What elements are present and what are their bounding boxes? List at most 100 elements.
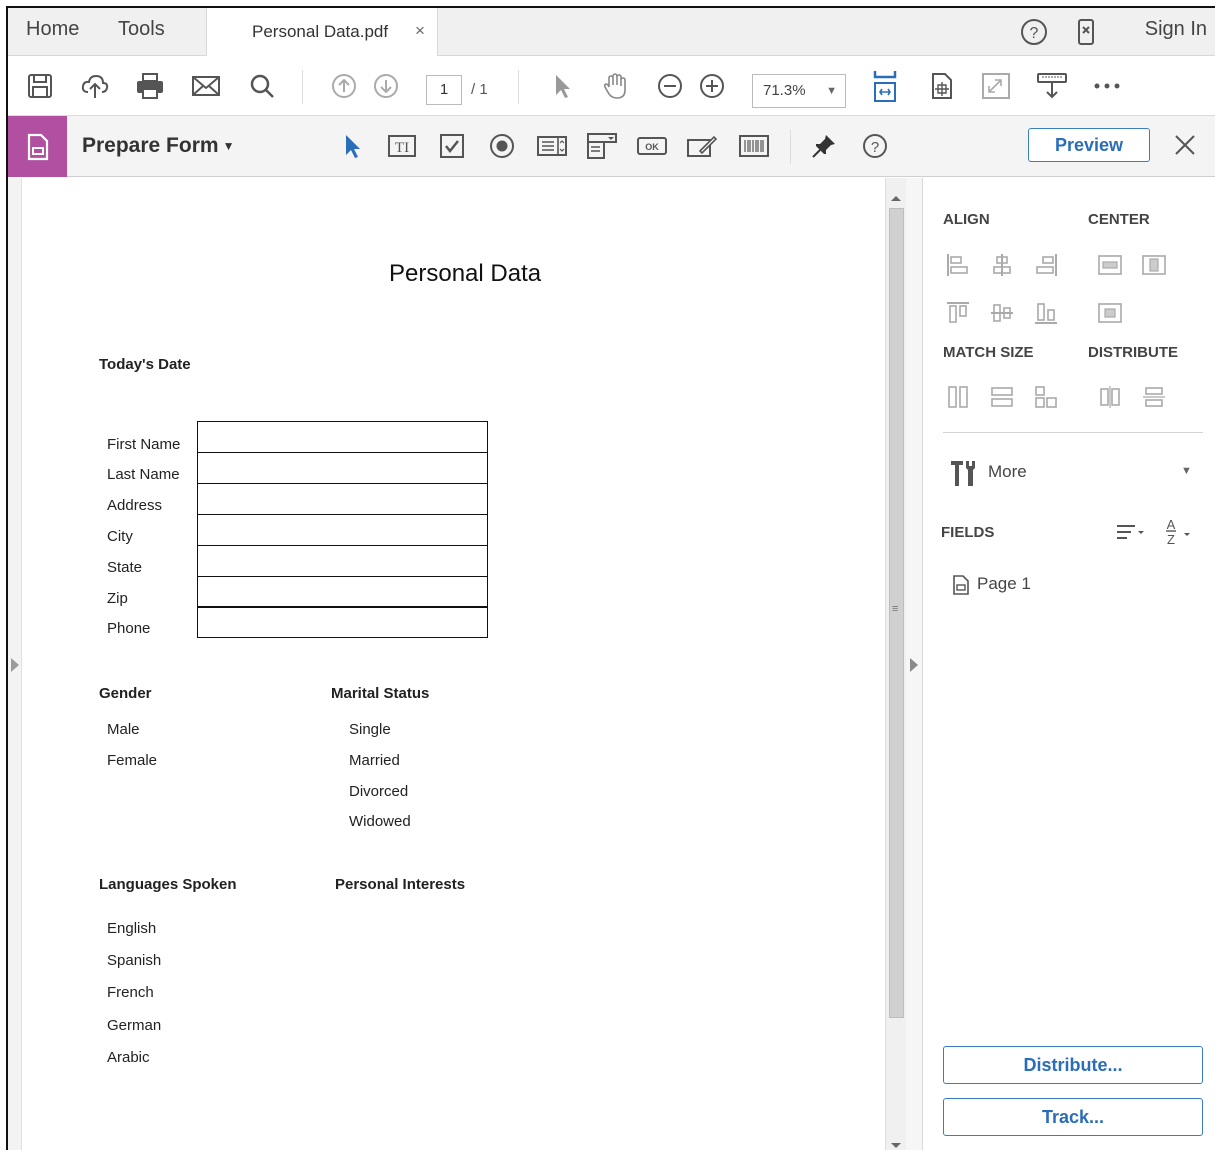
center-vertically-icon[interactable]	[1141, 252, 1167, 278]
select-object-icon[interactable]	[336, 130, 368, 162]
chevron-down-icon: ▼	[1181, 465, 1192, 477]
upload-cloud-icon[interactable]	[79, 70, 111, 102]
match-width-icon[interactable]	[945, 384, 971, 410]
barcode-field-icon[interactable]	[738, 130, 770, 162]
previous-page-icon[interactable]	[328, 70, 360, 102]
zoom-out-icon[interactable]	[654, 70, 686, 102]
zip-field[interactable]	[197, 576, 488, 608]
home-tab[interactable]: Home	[26, 18, 79, 41]
align-heading: ALIGN	[943, 211, 990, 228]
language-option: English	[107, 920, 157, 937]
prepare-form-badge	[8, 116, 67, 177]
marital-option: Single	[349, 721, 391, 738]
align-right-icon[interactable]	[1033, 252, 1059, 278]
next-page-icon[interactable]	[370, 70, 402, 102]
align-bottom-icon[interactable]	[1033, 300, 1059, 326]
svg-text:Z: Z	[1167, 532, 1175, 547]
distribute-horizontally-icon[interactable]	[1097, 384, 1123, 410]
first-name-field[interactable]	[197, 421, 488, 453]
distribute-vertically-icon[interactable]	[1141, 384, 1167, 410]
sign-in-link[interactable]: Sign In	[1145, 18, 1207, 41]
rotate-view-icon[interactable]	[926, 70, 958, 102]
gender-heading: Gender	[99, 685, 152, 702]
scroll-down-icon[interactable]	[891, 1143, 901, 1148]
svg-text:TI: TI	[395, 140, 409, 156]
fit-page-icon[interactable]	[869, 70, 901, 102]
scroll-up-icon[interactable]	[891, 196, 901, 201]
document-tab[interactable]: Personal Data.pdf ×	[206, 8, 438, 57]
list-box-icon[interactable]	[536, 130, 568, 162]
track-button[interactable]: Track...	[943, 1098, 1203, 1136]
document-tab-label: Personal Data.pdf	[252, 22, 389, 41]
vertical-scrollbar[interactable]: ≡	[885, 178, 906, 1150]
center-both-icon[interactable]	[1097, 300, 1123, 326]
prepare-form-title: Prepare Form	[82, 134, 219, 157]
fields-heading: FIELDS	[941, 524, 995, 541]
close-icon[interactable]	[1170, 130, 1200, 160]
collapse-right-pane-icon	[910, 658, 918, 672]
prepare-form-menu[interactable]: Prepare Form ▼	[82, 134, 234, 158]
last-name-field[interactable]	[197, 452, 488, 484]
match-both-icon[interactable]	[1033, 384, 1059, 410]
full-screen-icon[interactable]	[980, 70, 1012, 102]
zoom-level-select[interactable]: 71.3% ▼	[752, 74, 846, 108]
marital-option: Widowed	[349, 813, 411, 830]
align-top-icon[interactable]	[945, 300, 971, 326]
help-icon[interactable]: ?	[1019, 17, 1049, 47]
read-mode-icon[interactable]	[1036, 70, 1068, 102]
left-pane-toggle[interactable]	[8, 178, 22, 1150]
print-icon[interactable]	[134, 70, 166, 102]
phone-field[interactable]	[197, 606, 488, 638]
form-help-icon[interactable]: ?	[859, 130, 891, 162]
marital-option: Divorced	[349, 783, 409, 800]
svg-text:?: ?	[871, 139, 879, 156]
todays-date-label: Today's Date	[99, 356, 191, 373]
pin-icon[interactable]	[808, 130, 840, 162]
address-field[interactable]	[197, 483, 488, 515]
match-height-icon[interactable]	[989, 384, 1015, 410]
hand-tool-icon[interactable]	[599, 70, 631, 102]
svg-text:OK: OK	[645, 142, 659, 152]
select-cursor-icon[interactable]	[545, 70, 577, 102]
align-vertical-center-icon[interactable]	[989, 300, 1015, 326]
more-menu[interactable]: More ▼	[943, 450, 1203, 490]
radio-button-icon[interactable]	[486, 130, 518, 162]
sort-alphabetical-icon[interactable]: AZ	[1161, 516, 1195, 548]
personal-interests-heading: Personal Interests	[335, 876, 466, 893]
checkbox-icon[interactable]	[436, 130, 468, 162]
center-horizontally-icon[interactable]	[1097, 252, 1123, 278]
close-tab-icon[interactable]: ×	[415, 21, 425, 41]
field-label: First Name	[107, 436, 181, 453]
sort-order-icon[interactable]	[1113, 520, 1147, 544]
prepare-form-toolbar: Prepare Form ▼ TI OK ? Preview	[8, 116, 1215, 177]
main-toolbar: 1 / 1 71.3% ▼	[8, 56, 1215, 116]
zoom-level-value: 71.3%	[763, 82, 806, 99]
zoom-in-icon[interactable]	[696, 70, 728, 102]
more-label: More	[988, 462, 1027, 481]
page-number-input[interactable]: 1	[426, 75, 462, 105]
dropdown-field-icon[interactable]	[586, 130, 618, 162]
distribute-button[interactable]: Distribute...	[943, 1046, 1203, 1084]
more-tools-icon[interactable]	[1091, 70, 1123, 102]
text-field-icon[interactable]: TI	[386, 130, 418, 162]
search-icon[interactable]	[246, 70, 278, 102]
expand-left-icon	[11, 658, 19, 672]
field-label: State	[107, 559, 143, 576]
page-icon	[953, 575, 969, 595]
right-pane-toggle[interactable]	[906, 178, 923, 1150]
button-field-icon[interactable]: OK	[636, 130, 668, 162]
email-icon[interactable]	[190, 70, 222, 102]
align-horizontal-center-icon[interactable]	[989, 252, 1015, 278]
preview-button[interactable]: Preview	[1028, 128, 1150, 162]
city-field[interactable]	[197, 514, 488, 546]
signature-field-icon[interactable]	[686, 130, 718, 162]
center-heading: CENTER	[1088, 211, 1150, 228]
acrobat-window: Home Tools Personal Data.pdf × ? Sign In	[6, 6, 1215, 1150]
state-field[interactable]	[197, 545, 488, 577]
mobile-link-icon[interactable]	[1071, 17, 1101, 47]
save-icon[interactable]	[24, 70, 56, 102]
tools-tab[interactable]: Tools	[118, 18, 165, 41]
field-label: Zip	[107, 590, 128, 607]
language-option: German	[107, 1017, 162, 1034]
align-left-icon[interactable]	[945, 252, 971, 278]
